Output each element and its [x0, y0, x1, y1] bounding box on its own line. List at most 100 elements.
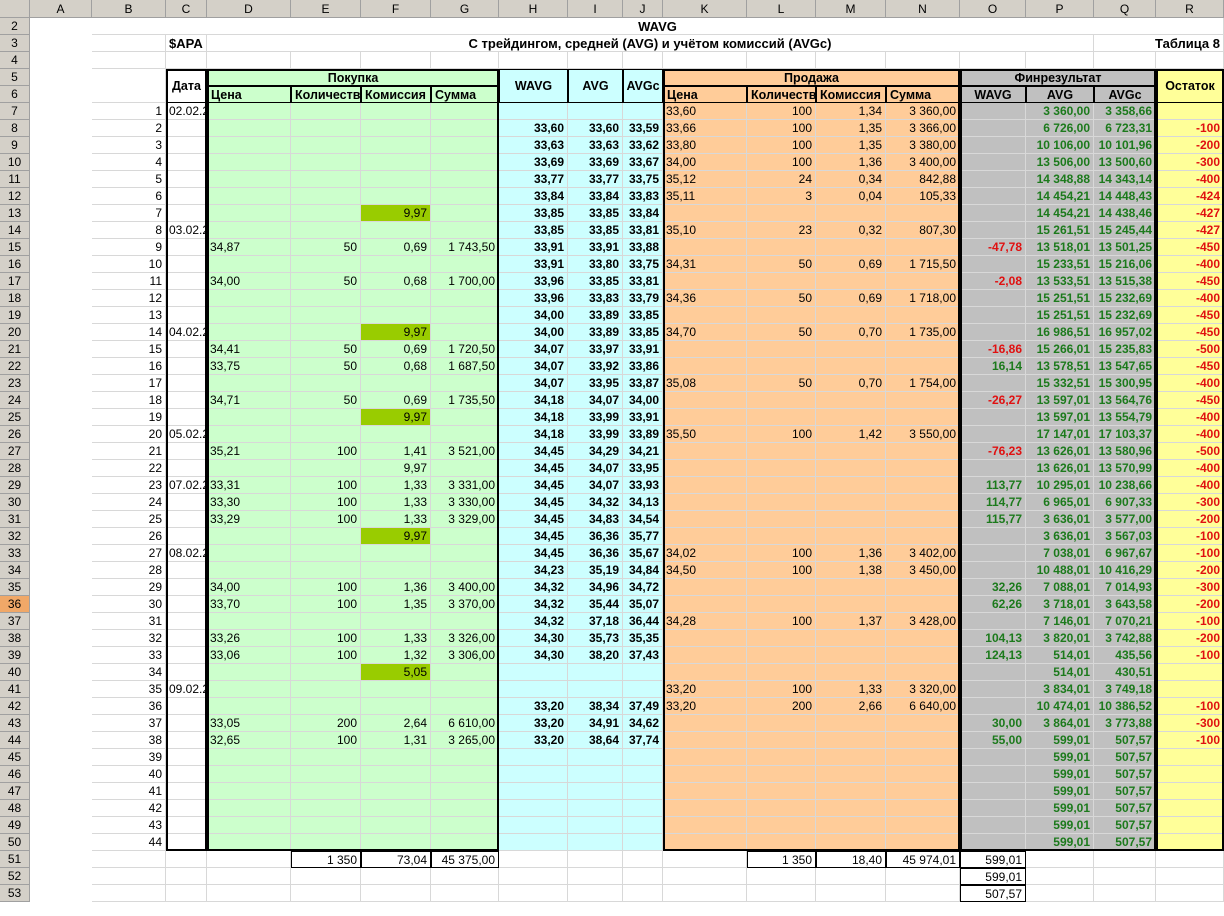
row-header-38[interactable]: 38 [0, 630, 30, 647]
wavg-cell [499, 834, 568, 851]
column-header-j[interactable]: J [623, 0, 663, 18]
row-header-10[interactable]: 10 [0, 154, 30, 171]
row-index: 39 [92, 749, 166, 766]
row-header-7[interactable]: 7 [0, 103, 30, 120]
blank-cell [92, 885, 166, 902]
row-header-21[interactable]: 21 [0, 341, 30, 358]
row-header-12[interactable]: 12 [0, 188, 30, 205]
row-header-22[interactable]: 22 [0, 358, 30, 375]
avg-cell [568, 783, 623, 800]
spreadsheet: A B C D E F G H I J K L M N O P Q R 2 3 4 5 6 7 8 9 10 11 12 13 14 15 16… [0, 0, 1224, 916]
column-header-a[interactable]: A [30, 0, 92, 18]
column-header-m[interactable]: M [816, 0, 886, 18]
row-header-45[interactable]: 45 [0, 749, 30, 766]
row-header-5[interactable]: 5 [0, 69, 30, 86]
column-header-b[interactable]: B [92, 0, 166, 18]
column-header-l[interactable]: L [747, 0, 816, 18]
row-header-51[interactable]: 51 [0, 851, 30, 868]
row-header-39[interactable]: 39 [0, 647, 30, 664]
row-index: 19 [92, 409, 166, 426]
row-header-33[interactable]: 33 [0, 545, 30, 562]
row-header-24[interactable]: 24 [0, 392, 30, 409]
avgc-cell: 35,77 [623, 528, 663, 545]
column-header-h[interactable]: H [499, 0, 568, 18]
row-header-9[interactable]: 9 [0, 137, 30, 154]
row-header-36[interactable]: 36 [0, 596, 30, 613]
row-header-28[interactable]: 28 [0, 460, 30, 477]
row-header-16[interactable]: 16 [0, 256, 30, 273]
row-header-30[interactable]: 30 [0, 494, 30, 511]
row-header-3[interactable]: 3 [0, 35, 30, 52]
row-header-15[interactable]: 15 [0, 239, 30, 256]
row-header-17[interactable]: 17 [0, 273, 30, 290]
row-header-26[interactable]: 26 [0, 426, 30, 443]
column-header-i[interactable]: I [568, 0, 623, 18]
column-header-f[interactable]: F [361, 0, 431, 18]
row-header-8[interactable]: 8 [0, 120, 30, 137]
wavg-cell: 33,60 [499, 120, 568, 137]
column-header-d[interactable]: D [207, 0, 291, 18]
row-header-29[interactable]: 29 [0, 477, 30, 494]
wavg-cell: 34,18 [499, 392, 568, 409]
column-header-e[interactable]: E [291, 0, 361, 18]
row-index: 36 [92, 698, 166, 715]
row-header-47[interactable]: 47 [0, 783, 30, 800]
row-header-18[interactable]: 18 [0, 290, 30, 307]
avgc-cell: 33,79 [623, 290, 663, 307]
column-header-c[interactable]: C [166, 0, 207, 18]
row-header-6[interactable]: 6 [0, 86, 30, 103]
row-header-13[interactable]: 13 [0, 205, 30, 222]
row-header-41[interactable]: 41 [0, 681, 30, 698]
row-header-53[interactable]: 53 [0, 885, 30, 902]
finres-block-outline [960, 69, 1156, 851]
row-header-23[interactable]: 23 [0, 375, 30, 392]
row-header-31[interactable]: 31 [0, 511, 30, 528]
column-header-o[interactable]: O [960, 0, 1026, 18]
row-header-2[interactable]: 2 [0, 18, 30, 35]
wavg-cell: 34,45 [499, 477, 568, 494]
row-header-52[interactable]: 52 [0, 868, 30, 885]
row-header-19[interactable]: 19 [0, 307, 30, 324]
row-header-25[interactable]: 25 [0, 409, 30, 426]
row-header-50[interactable]: 50 [0, 834, 30, 851]
avgc-cell: 33,83 [623, 188, 663, 205]
row-header-4[interactable]: 4 [0, 52, 30, 69]
select-all-corner[interactable] [0, 0, 30, 18]
row-header-34[interactable]: 34 [0, 562, 30, 579]
avg-cell: 38,34 [568, 698, 623, 715]
avg-cell: 33,84 [568, 188, 623, 205]
row-header-40[interactable]: 40 [0, 664, 30, 681]
row-index: 40 [92, 766, 166, 783]
avg-cell: 33,97 [568, 341, 623, 358]
avg-cell: 33,77 [568, 171, 623, 188]
row-header-37[interactable]: 37 [0, 613, 30, 630]
row-header-27[interactable]: 27 [0, 443, 30, 460]
column-header-r[interactable]: R [1156, 0, 1224, 18]
row-header-20[interactable]: 20 [0, 324, 30, 341]
column-header-k[interactable]: K [663, 0, 747, 18]
avg-cell: 33,85 [568, 273, 623, 290]
row-header-14[interactable]: 14 [0, 222, 30, 239]
wavg-cell: 34,32 [499, 596, 568, 613]
avg-cell: 36,36 [568, 545, 623, 562]
column-header-q[interactable]: Q [1094, 0, 1156, 18]
blank-cell [1026, 851, 1094, 868]
row-header-48[interactable]: 48 [0, 800, 30, 817]
row-header-43[interactable]: 43 [0, 715, 30, 732]
row-header-49[interactable]: 49 [0, 817, 30, 834]
blank-cell [568, 851, 623, 868]
row-header-35[interactable]: 35 [0, 579, 30, 596]
row-index: 14 [92, 324, 166, 341]
avg-cell [568, 103, 623, 120]
row-header-46[interactable]: 46 [0, 766, 30, 783]
blank-cell [1156, 868, 1224, 885]
column-header-g[interactable]: G [431, 0, 499, 18]
row-header-11[interactable]: 11 [0, 171, 30, 188]
row-header-44[interactable]: 44 [0, 732, 30, 749]
row-header-42[interactable]: 42 [0, 698, 30, 715]
column-header-n[interactable]: N [886, 0, 960, 18]
row-index: 21 [92, 443, 166, 460]
column-header-p[interactable]: P [1026, 0, 1094, 18]
row-header-32[interactable]: 32 [0, 528, 30, 545]
total-buy-qty: 1 350 [291, 851, 361, 868]
